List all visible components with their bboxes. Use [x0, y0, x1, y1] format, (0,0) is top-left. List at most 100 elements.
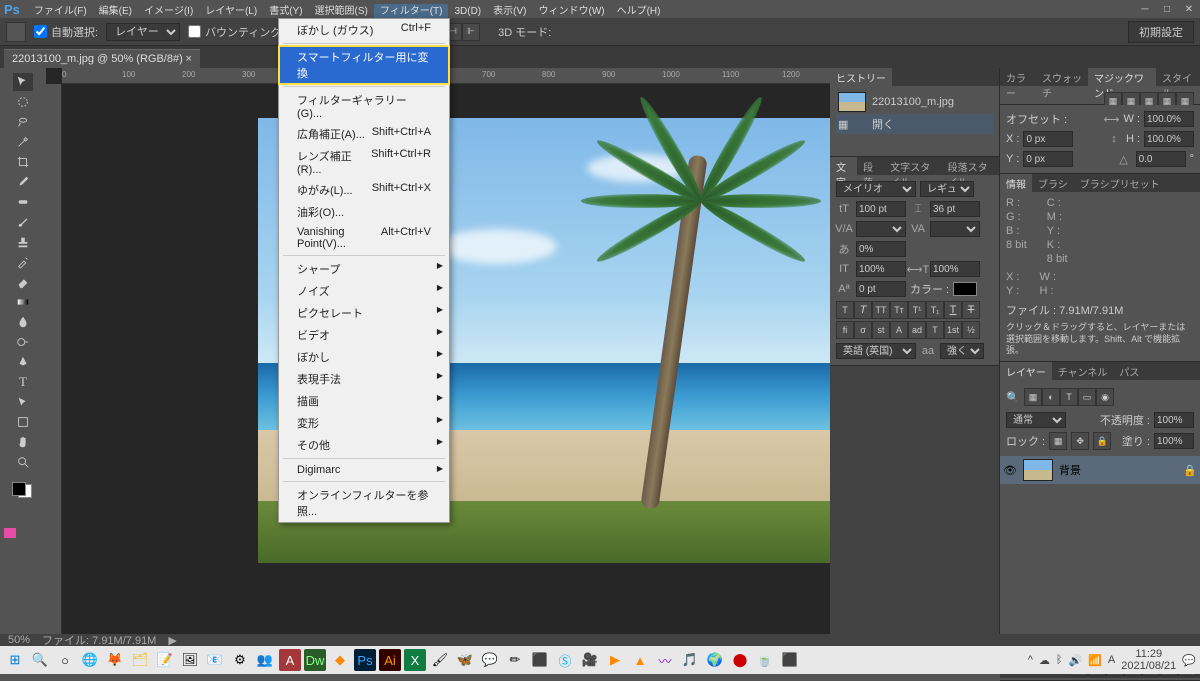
skype-icon[interactable]: Ⓢ — [554, 649, 576, 671]
opacity-input[interactable] — [1154, 412, 1194, 428]
menu-item-r[interactable]: レンズ補正(R)...Shift+Ctrl+R — [279, 145, 449, 179]
settings-icon[interactable]: ⚙ — [229, 649, 251, 671]
menu-item-[interactable]: 表現手法 — [279, 368, 449, 390]
kerning-select[interactable] — [856, 221, 906, 237]
history-source[interactable]: 22013100_m.jpg — [836, 90, 993, 114]
outlook-icon[interactable]: 📧 — [204, 649, 226, 671]
tab-文字[interactable]: 文字 — [830, 157, 857, 175]
menu-item-[interactable]: ビデオ — [279, 324, 449, 346]
menu-item-[interactable]: ピクセレート — [279, 302, 449, 324]
subscript-button[interactable]: T₁ — [926, 301, 944, 319]
allcaps-button[interactable]: TT — [872, 301, 890, 319]
antialias-select[interactable]: 強く — [940, 343, 984, 359]
menu-表示[interactable]: 表示(V) — [487, 4, 532, 19]
tab-ブラシ[interactable]: ブラシ — [1032, 174, 1074, 192]
tab-段落スタイル[interactable]: 段落スタイル — [942, 157, 999, 175]
bluetooth-icon[interactable]: ᛒ — [1056, 654, 1063, 666]
tab-レイヤー[interactable]: レイヤー — [1000, 362, 1052, 380]
excel-icon[interactable]: X — [404, 649, 426, 671]
menu-item-[interactable]: 変形 — [279, 412, 449, 434]
menu-item-[interactable]: その他 — [279, 434, 449, 456]
heal-tool[interactable] — [13, 193, 33, 211]
menu-item-g[interactable]: フィルターギャラリー(G)... — [279, 89, 449, 123]
chrome-icon[interactable]: 🌐 — [79, 649, 101, 671]
move-tool[interactable] — [13, 73, 33, 91]
zoom-level[interactable]: 50% — [8, 634, 30, 646]
menu-レイヤー[interactable]: レイヤー(L) — [199, 4, 263, 19]
vscale-input[interactable] — [856, 261, 906, 277]
notifications-icon[interactable]: 💬 — [1182, 654, 1196, 667]
smallcaps-button[interactable]: Tᴛ — [890, 301, 908, 319]
strike-button[interactable]: T — [962, 301, 980, 319]
italic-button[interactable]: T — [854, 301, 872, 319]
blend-mode-select[interactable]: 通常 — [1006, 412, 1066, 428]
menu-書式[interactable]: 書式(Y) — [263, 4, 308, 19]
onedrive-icon[interactable]: ☁ — [1039, 654, 1050, 667]
start-button[interactable]: ⊞ — [4, 649, 26, 671]
brush-tool[interactable] — [13, 213, 33, 231]
tab-スタイル[interactable]: スタイル — [1156, 68, 1200, 86]
record-icon[interactable]: ⬤ — [729, 649, 751, 671]
tab-カラー[interactable]: カラー — [1000, 68, 1036, 86]
font-style-select[interactable]: レギュ... — [920, 181, 974, 197]
close-tab-icon[interactable]: × — [186, 53, 192, 65]
access-icon[interactable]: A — [279, 649, 301, 671]
menu-item-o[interactable]: 油彩(O)... — [279, 201, 449, 223]
blur-tool[interactable] — [13, 313, 33, 331]
teams-icon[interactable]: 👥 — [254, 649, 276, 671]
history-step[interactable]: ▦開く — [836, 114, 993, 134]
minimize-button[interactable]: ─ — [1134, 1, 1156, 17]
layer-row[interactable]: 👁 背景 🔒 — [1000, 456, 1200, 484]
menu-選択範囲[interactable]: 選択範囲(S) — [309, 4, 374, 19]
menu-item-a[interactable]: 広角補正(A)...Shift+Ctrl+A — [279, 123, 449, 145]
bold-button[interactable]: T — [836, 301, 854, 319]
y-input[interactable] — [1023, 151, 1073, 167]
menu-item-[interactable]: オンラインフィルターを参照... — [279, 484, 449, 522]
auto-select-target[interactable]: レイヤー — [106, 23, 180, 41]
menu-item-vanishingpointv[interactable]: Vanishing Point(V)...Alt+Ctrl+V — [279, 223, 449, 253]
illustrator-icon[interactable]: Ai — [379, 649, 401, 671]
menu-ファイル[interactable]: ファイル(F) — [28, 4, 93, 19]
menu-3d[interactable]: 3D(D) — [448, 4, 487, 19]
menu-item-[interactable]: ぼかし (ガウス)Ctrl+F — [279, 19, 449, 41]
notes-icon[interactable]: 📝 — [154, 649, 176, 671]
document-tab[interactable]: 22013100_m.jpg @ 50% (RGB/8#) × — [4, 49, 200, 68]
app-icon[interactable]: 🖌 — [429, 649, 451, 671]
tab-history[interactable]: ヒストリー — [830, 68, 892, 86]
stamp-tool[interactable] — [13, 233, 33, 251]
cortana-icon[interactable]: ○ — [54, 649, 76, 671]
butterfly-icon[interactable]: 🦋 — [454, 649, 476, 671]
clock[interactable]: 11:292021/08/21 — [1121, 648, 1176, 672]
maximize-button[interactable]: □ — [1156, 1, 1178, 17]
superscript-button[interactable]: T¹ — [908, 301, 926, 319]
underline-button[interactable]: T — [944, 301, 962, 319]
layer-thumbnail[interactable] — [1023, 459, 1053, 481]
width-input[interactable] — [1144, 111, 1194, 127]
obs-icon[interactable]: ⬛ — [529, 649, 551, 671]
photos-icon[interactable]: 🖼 — [179, 649, 201, 671]
menu-item-[interactable]: スマートフィルター用に変換 — [279, 46, 449, 84]
volume-icon[interactable]: 🔊 — [1068, 654, 1082, 667]
menu-イメージ[interactable]: イメージ(I) — [138, 4, 199, 19]
vlc-icon[interactable]: ▲ — [629, 649, 651, 671]
history-brush-tool[interactable] — [13, 253, 33, 271]
hand-tool[interactable] — [13, 433, 33, 451]
baseline-input[interactable] — [856, 281, 906, 297]
tab-マジックワンド[interactable]: マジックワンド — [1088, 68, 1156, 86]
tray-chevron-icon[interactable]: ^ — [1028, 654, 1033, 666]
wand-tool[interactable] — [13, 133, 33, 151]
crop-tool[interactable] — [13, 153, 33, 171]
align-right-icon[interactable]: ⊩ — [462, 23, 480, 41]
menu-item-[interactable]: ノイズ — [279, 280, 449, 302]
tracking-select[interactable] — [930, 221, 980, 237]
type-tool[interactable]: T — [13, 373, 33, 391]
tab-文字スタイル[interactable]: 文字スタイル — [884, 157, 941, 175]
menu-item-[interactable]: 描画 — [279, 390, 449, 412]
menu-item-[interactable]: ぼかし — [279, 346, 449, 368]
network-icon[interactable]: 📶 — [1088, 654, 1102, 667]
lock-pixels-icon[interactable]: ▦ — [1049, 432, 1067, 450]
firefox-icon[interactable]: 🦊 — [104, 649, 126, 671]
app3-icon[interactable]: ✏ — [504, 649, 526, 671]
leading-input[interactable] — [930, 201, 980, 217]
app4-icon[interactable]: 〰 — [654, 649, 676, 671]
